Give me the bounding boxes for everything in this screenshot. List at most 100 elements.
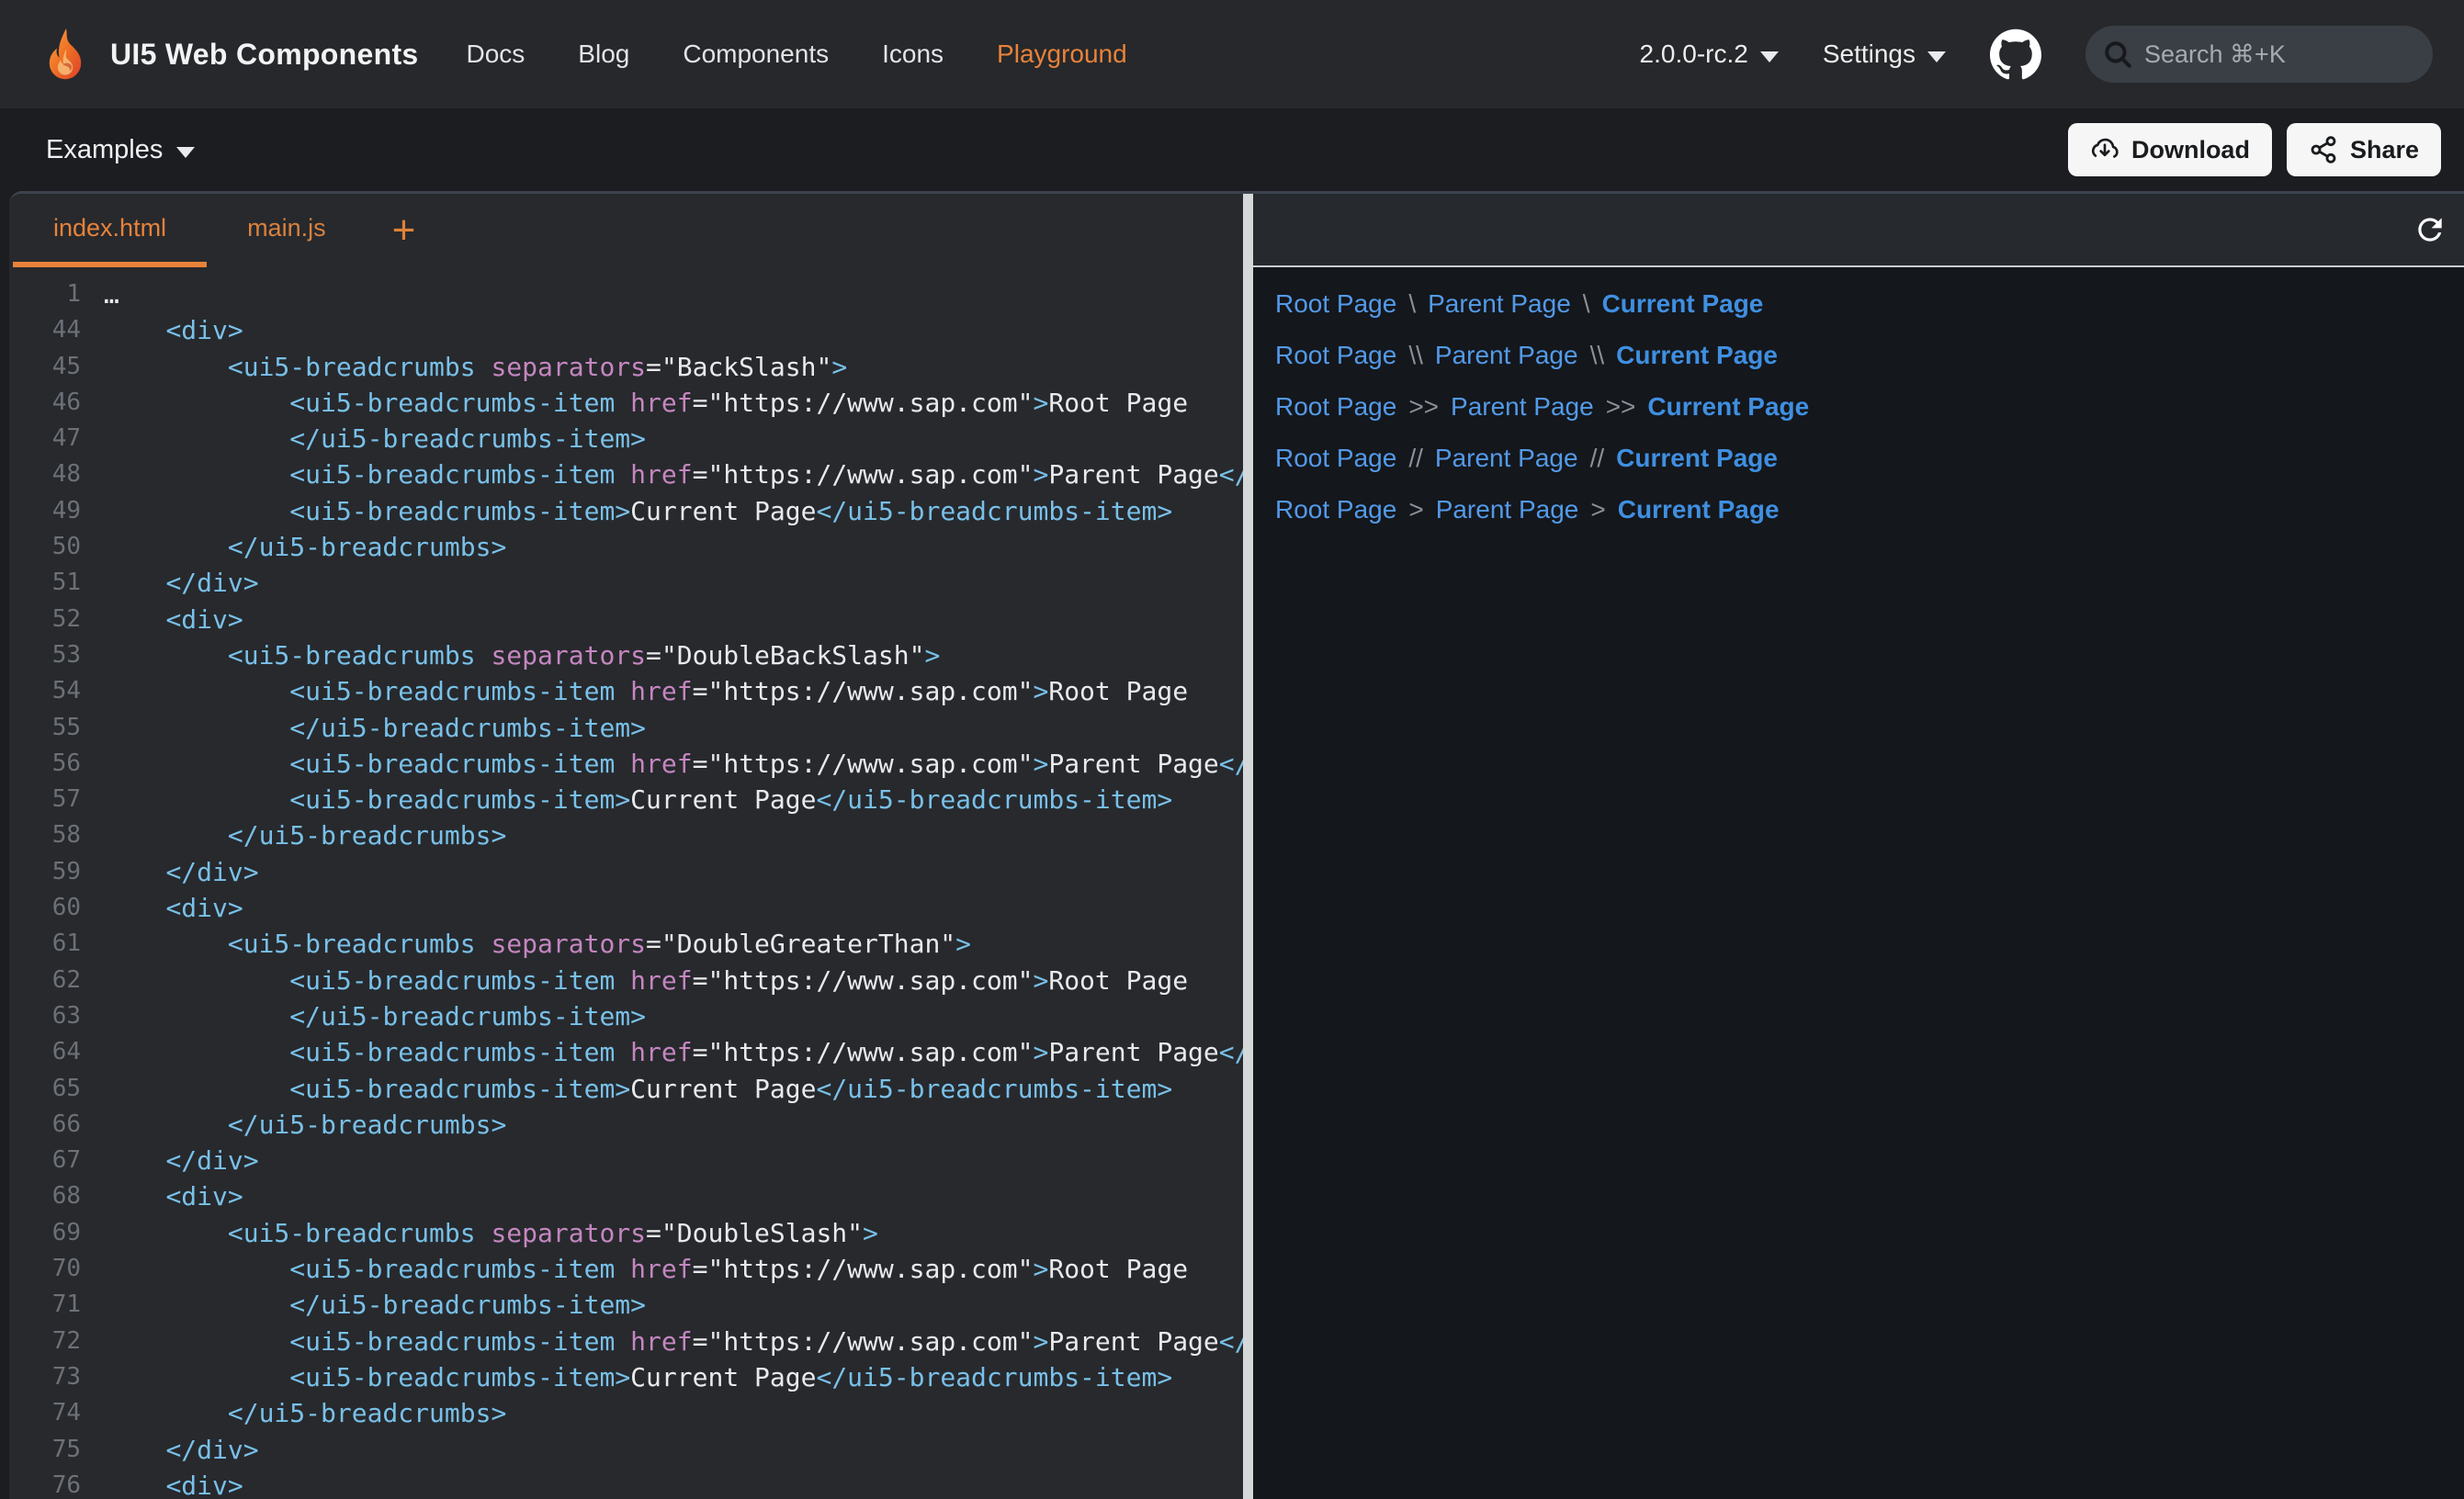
examples-menu[interactable]: Examples <box>46 135 195 165</box>
code-line[interactable]: 70 <ui5-breadcrumbs-item href="https://w… <box>9 1251 1243 1287</box>
line-number: 69 <box>33 1215 81 1251</box>
code-line[interactable]: 65 <ui5-breadcrumbs-item>Current Page</u… <box>9 1071 1243 1107</box>
code-line[interactable]: 55 </ui5-breadcrumbs-item> <box>9 710 1243 746</box>
line-number: 71 <box>33 1287 81 1323</box>
line-number: 64 <box>33 1034 81 1070</box>
breadcrumb-link[interactable]: Root Page <box>1275 289 1396 319</box>
code-line[interactable]: 57 <ui5-breadcrumbs-item>Current Page</u… <box>9 782 1243 817</box>
code-line[interactable]: 69 <ui5-breadcrumbs separators="DoubleSl… <box>9 1215 1243 1251</box>
line-number: 74 <box>33 1395 81 1431</box>
code-line[interactable]: 62 <ui5-breadcrumbs-item href="https://w… <box>9 963 1243 998</box>
line-number: 60 <box>33 890 81 926</box>
code-line[interactable]: 45 <ui5-breadcrumbs separators="BackSlas… <box>9 349 1243 385</box>
breadcrumb-link[interactable]: Root Page <box>1275 444 1396 473</box>
code-line[interactable]: 64 <ui5-breadcrumbs-item href="https://w… <box>9 1034 1243 1070</box>
preview-content: Root Page\Parent Page\Current PageRoot P… <box>1253 267 2464 1499</box>
github-link[interactable] <box>1990 28 2041 80</box>
code-line[interactable]: 58 </ui5-breadcrumbs> <box>9 817 1243 853</box>
line-number: 47 <box>33 421 81 456</box>
github-icon <box>1990 28 2041 80</box>
line-number: 66 <box>33 1107 81 1143</box>
code-line[interactable]: 61 <ui5-breadcrumbs separators="DoubleGr… <box>9 926 1243 962</box>
brand-title: UI5 Web Components <box>110 38 419 72</box>
nav-item-docs[interactable]: Docs <box>467 39 526 69</box>
line-number: 61 <box>33 926 81 962</box>
code-line[interactable]: 63 </ui5-breadcrumbs-item> <box>9 998 1243 1034</box>
code-line[interactable]: 54 <ui5-breadcrumbs-item href="https://w… <box>9 673 1243 709</box>
nav-item-playground[interactable]: Playground <box>997 39 1127 69</box>
code-line[interactable]: 44 <div> <box>9 312 1243 348</box>
code-line[interactable]: 66 </ui5-breadcrumbs> <box>9 1107 1243 1143</box>
brand[interactable]: UI5 Web Components <box>39 28 419 81</box>
breadcrumb-link[interactable]: Parent Page <box>1435 444 1578 473</box>
breadcrumb-link[interactable]: Parent Page <box>1428 289 1571 319</box>
search-input[interactable] <box>2144 40 2424 69</box>
code-line[interactable]: 48 <ui5-breadcrumbs-item href="https://w… <box>9 456 1243 492</box>
code-line[interactable]: 75 </div> <box>9 1432 1243 1468</box>
breadcrumb-separator: \\ <box>1590 341 1605 370</box>
breadcrumb-current: Current Page <box>1647 392 1809 422</box>
code-line[interactable]: 49 <ui5-breadcrumbs-item>Current Page</u… <box>9 493 1243 529</box>
breadcrumb-link[interactable]: Root Page <box>1275 341 1396 370</box>
line-number: 72 <box>33 1324 81 1359</box>
code-area[interactable]: 1…44 <div>45 <ui5-breadcrumbs separators… <box>9 267 1243 1499</box>
breadcrumb-current: Current Page <box>1618 495 1780 524</box>
code-line[interactable]: 52 <div> <box>9 602 1243 637</box>
code-line[interactable]: 76 <div> <box>9 1468 1243 1499</box>
code-line[interactable]: 74 </ui5-breadcrumbs> <box>9 1395 1243 1431</box>
navbar-right: 2.0.0-rc.2 Settings <box>1640 26 2433 83</box>
breadcrumb-separator: // <box>1408 444 1423 473</box>
chevron-down-icon <box>1927 51 1946 62</box>
breadcrumb-separator: >> <box>1606 392 1636 422</box>
examples-label: Examples <box>46 135 163 165</box>
code-line[interactable]: 47 </ui5-breadcrumbs-item> <box>9 421 1243 456</box>
breadcrumb-current: Current Page <box>1616 341 1778 370</box>
settings-menu[interactable]: Settings <box>1823 39 1946 69</box>
share-button[interactable]: Share <box>2287 123 2441 176</box>
breadcrumb-link[interactable]: Parent Page <box>1436 495 1579 524</box>
tab-index-html[interactable]: index.html <box>13 194 207 267</box>
code-line[interactable]: 71 </ui5-breadcrumbs-item> <box>9 1287 1243 1323</box>
line-number: 49 <box>33 493 81 529</box>
breadcrumb-link[interactable]: Parent Page <box>1435 341 1578 370</box>
code-line[interactable]: 56 <ui5-breadcrumbs-item href="https://w… <box>9 746 1243 782</box>
code-line[interactable]: 50 </ui5-breadcrumbs> <box>9 529 1243 565</box>
code-line[interactable]: 53 <ui5-breadcrumbs separators="DoubleBa… <box>9 637 1243 673</box>
code-line[interactable]: 73 <ui5-breadcrumbs-item>Current Page</u… <box>9 1359 1243 1395</box>
nav-item-blog[interactable]: Blog <box>578 39 629 69</box>
line-number: 44 <box>33 312 81 348</box>
tab-main-js[interactable]: main.js <box>207 194 367 267</box>
examples-toolbar: Examples Download Share <box>0 108 2464 191</box>
breadcrumbs-row: Root Page>Parent Page>Current Page <box>1275 484 2446 535</box>
code-line[interactable]: 59 </div> <box>9 854 1243 890</box>
line-number: 46 <box>33 385 81 421</box>
code-line[interactable]: 68 <div> <box>9 1178 1243 1214</box>
code-line[interactable]: 67 </div> <box>9 1143 1243 1178</box>
breadcrumb-separator: > <box>1408 495 1423 524</box>
line-number: 57 <box>33 782 81 817</box>
version-menu[interactable]: 2.0.0-rc.2 <box>1640 39 1779 69</box>
line-number: 52 <box>33 602 81 637</box>
download-button[interactable]: Download <box>2068 123 2272 176</box>
nav-item-icons[interactable]: Icons <box>882 39 944 69</box>
share-label: Share <box>2350 136 2419 164</box>
code-line[interactable]: 51 </div> <box>9 565 1243 601</box>
code-line[interactable]: 46 <ui5-breadcrumbs-item href="https://w… <box>9 385 1243 421</box>
breadcrumb-link[interactable]: Root Page <box>1275 495 1396 524</box>
code-line[interactable]: 72 <ui5-breadcrumbs-item href="https://w… <box>9 1324 1243 1359</box>
breadcrumb-link[interactable]: Parent Page <box>1451 392 1594 422</box>
settings-label: Settings <box>1823 39 1916 69</box>
nav-item-components[interactable]: Components <box>683 39 829 69</box>
line-number: 67 <box>33 1143 81 1178</box>
line-number: 75 <box>33 1432 81 1468</box>
refresh-button[interactable] <box>2413 212 2447 247</box>
breadcrumb-separator: \\ <box>1408 341 1423 370</box>
download-label: Download <box>2131 136 2250 164</box>
breadcrumb-link[interactable]: Root Page <box>1275 392 1396 422</box>
flame-logo-icon <box>39 28 92 81</box>
top-navbar: UI5 Web Components Docs Blog Components … <box>0 0 2464 108</box>
code-line[interactable]: 60 <div> <box>9 890 1243 926</box>
panel-resizer[interactable] <box>1243 194 1253 1499</box>
code-line[interactable]: 1… <box>9 276 1243 312</box>
add-tab-button[interactable]: + <box>367 194 442 267</box>
